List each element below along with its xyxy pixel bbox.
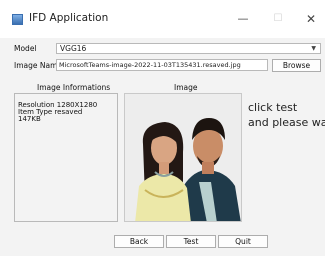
image-preview [124,93,242,222]
info-panel: Resolution 1280X1280 Item Type resaved 1… [14,93,118,222]
status-line-1: click test [248,101,298,114]
model-label: Model [14,44,37,53]
app-icon [12,14,23,25]
image-name-value: MicrosoftTeams-image-2022-11-03T135431.r… [59,61,241,69]
quit-button[interactable]: Quit [218,235,268,248]
status-line-2: and please wai [248,116,325,129]
test-button[interactable]: Test [166,235,216,248]
model-select-value: VGG16 [60,44,87,53]
info-panel-title: Image Informations [37,83,111,92]
image-name-field[interactable]: MicrosoftTeams-image-2022-11-03T135431.r… [56,59,268,71]
maximize-button[interactable]: ☐ [263,8,293,30]
close-button[interactable]: ✕ [296,8,325,30]
model-select[interactable]: VGG16 ▼ [56,43,321,54]
chevron-down-icon: ▼ [311,45,316,52]
file-size-line: 147KB [18,115,41,123]
minimize-button[interactable]: — [228,8,258,30]
app-window: IFD Application — ☐ ✕ Model VGG16 ▼ Imag… [0,0,325,256]
title-bar: IFD Application — ☐ ✕ [0,0,325,38]
photo-image [125,94,241,221]
image-name-label: Image Name [14,61,62,70]
back-button[interactable]: Back [114,235,164,248]
image-panel-title: Image [174,83,198,92]
window-title: IFD Application [29,12,109,24]
browse-button[interactable]: Browse [272,59,321,72]
